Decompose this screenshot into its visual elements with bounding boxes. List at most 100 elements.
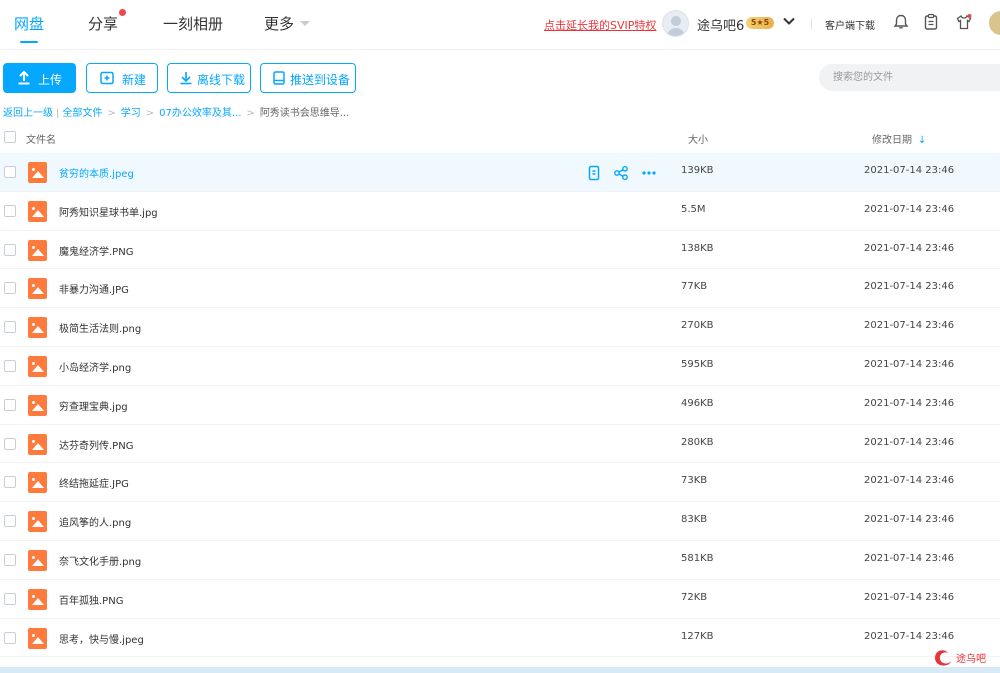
column-size-header[interactable]: 大小 [688, 131, 708, 146]
row-checkbox[interactable] [4, 398, 16, 411]
file-name[interactable]: 思考，快与慢.jpeg [59, 631, 144, 646]
table-row[interactable]: 非暴力沟通.JPG 77KB 2021-07-14 23:46 [0, 269, 1000, 309]
offline-download-button[interactable]: 离线下载 [167, 63, 251, 93]
tab-netdisk[interactable]: 网盘 [14, 13, 44, 43]
shirt-icon[interactable] [955, 13, 973, 31]
row-checkbox[interactable] [4, 553, 16, 566]
breadcrumb-back[interactable]: 返回上一级 [3, 108, 53, 119]
offline-download-label: 离线下载 [197, 73, 246, 87]
file-date: 2021-07-14 23:46 [864, 320, 955, 332]
tab-album[interactable]: 一刻相册 [163, 13, 223, 34]
new-folder-icon [100, 71, 114, 85]
file-name[interactable]: 魔鬼经济学.PNG [59, 243, 133, 258]
table-row[interactable]: 终结拖延症.JPG 73KB 2021-07-14 23:46 [0, 463, 1000, 503]
file-size: 139KB [681, 165, 714, 176]
notification-dot [119, 9, 127, 16]
tab-more[interactable]: 更多 [264, 13, 311, 34]
row-checkbox[interactable] [4, 592, 16, 605]
file-name[interactable]: 穷查理宝典.jpg [59, 398, 128, 413]
column-name-header[interactable]: 文件名 [26, 131, 56, 146]
file-name[interactable]: 百年孤独.PNG [59, 592, 123, 607]
row-checkbox[interactable] [4, 321, 16, 334]
row-checkbox[interactable] [4, 515, 16, 528]
file-name[interactable]: 小岛经济学.png [59, 359, 131, 374]
file-name[interactable]: 奈飞文化手册.png [59, 553, 141, 568]
profile-thumbnail[interactable] [989, 11, 1000, 35]
row-checkbox[interactable] [4, 243, 16, 256]
image-file-icon [28, 355, 47, 377]
file-date: 2021-07-14 23:46 [864, 358, 955, 370]
row-checkbox[interactable] [4, 166, 16, 178]
image-file-icon [28, 433, 47, 455]
file-name[interactable]: 追风筝的人.png [59, 514, 131, 529]
file-size: 72KB [681, 591, 708, 603]
file-name[interactable]: 终结拖延症.JPG [59, 475, 129, 490]
row-checkbox[interactable] [4, 282, 16, 295]
search-input[interactable] [819, 64, 1000, 91]
push-device-icon[interactable] [586, 165, 602, 181]
push-to-device-button[interactable]: 推送到设备 [260, 63, 356, 93]
image-file-icon [28, 549, 47, 571]
clipboard-icon[interactable] [922, 13, 940, 31]
breadcrumb-folder[interactable]: 07办公效率及其... [159, 108, 241, 119]
breadcrumb-study[interactable]: 学习 [121, 108, 141, 119]
svip-renew-link[interactable]: 点击延长我的SVIP特权 [544, 17, 656, 33]
select-all-checkbox[interactable] [4, 131, 16, 143]
table-row[interactable]: 阿秀知识星球书单.jpg 5.5M 2021-07-14 23:46 [0, 192, 1000, 231]
image-file-icon [28, 278, 47, 300]
breadcrumb-all-files[interactable]: 全部文件 [62, 108, 102, 119]
row-checkbox[interactable] [4, 476, 16, 489]
file-name[interactable]: 极简生活法则.png [59, 320, 141, 335]
file-name[interactable]: 贫穷的本质.jpeg [59, 165, 134, 180]
breadcrumb-separator: > [107, 108, 116, 119]
vip-level-2: 5 [763, 18, 770, 27]
file-date: 2021-07-14 23:46 [864, 475, 955, 487]
row-checkbox[interactable] [4, 631, 16, 644]
file-size: 581KB [681, 552, 714, 564]
download-icon [180, 72, 192, 85]
watermark-text: 途乌吧 [956, 652, 986, 665]
file-name[interactable]: 非暴力沟通.JPG [59, 281, 129, 296]
table-row[interactable]: 极简生活法则.png 270KB 2021-07-14 23:46 [0, 308, 1000, 347]
username[interactable]: 途乌吧6 [697, 15, 744, 34]
table-row[interactable]: 百年孤独.PNG 72KB 2021-07-14 23:46 [0, 580, 1000, 619]
file-size: 496KB [681, 397, 714, 409]
table-row[interactable]: 贫穷的本质.jpeg 139KB 2021-07-14 23:46 [0, 153, 1000, 192]
user-menu-chevron-icon[interactable] [782, 14, 796, 28]
table-row[interactable]: 思考，快与慢.jpeg 127KB 2021-07-14 23:46 [0, 619, 1000, 658]
new-button[interactable]: 新建 [86, 63, 158, 93]
horizontal-scrollbar[interactable] [0, 667, 1000, 673]
column-date-header[interactable]: 修改日期 ↓ [872, 131, 926, 146]
avatar[interactable] [662, 10, 689, 37]
table-header: 文件名 大小 修改日期 ↓ [0, 122, 1000, 153]
more-icon[interactable] [641, 165, 657, 181]
file-date: 2021-07-14 23:46 [864, 591, 955, 603]
chevron-down-icon [300, 21, 311, 26]
table-row[interactable]: 小岛经济学.png 595KB 2021-07-14 23:46 [0, 347, 1000, 386]
row-checkbox[interactable] [4, 437, 16, 450]
upload-button[interactable]: 上传 [3, 63, 76, 93]
vip-level-badge: 5★5 [746, 17, 774, 29]
new-label: 新建 [122, 73, 147, 87]
table-row[interactable]: 奈飞文化手册.png 581KB 2021-07-14 23:46 [0, 541, 1000, 580]
watermark-logo: 途乌吧 [935, 650, 986, 666]
sort-down-icon: ↓ [918, 135, 927, 146]
row-checkbox[interactable] [4, 359, 16, 372]
table-row[interactable]: 追风筝的人.png 83KB 2021-07-14 23:46 [0, 502, 1000, 541]
file-size: 280KB [681, 436, 714, 448]
file-date: 2021-07-14 23:46 [864, 552, 955, 564]
table-row[interactable]: 魔鬼经济学.PNG 138KB 2021-07-14 23:46 [0, 231, 1000, 270]
file-name[interactable]: 阿秀知识星球书单.jpg [59, 204, 158, 219]
file-date: 2021-07-14 23:46 [864, 514, 955, 526]
file-name[interactable]: 达芬奇列传.PNG [59, 437, 133, 452]
tab-share[interactable]: 分享 [88, 9, 127, 34]
table-row[interactable]: 穷查理宝典.jpg 496KB 2021-07-14 23:46 [0, 386, 1000, 425]
image-file-icon [28, 317, 47, 339]
file-date: 2021-07-14 23:46 [864, 203, 955, 215]
share-icon[interactable] [613, 165, 629, 181]
row-checkbox[interactable] [4, 204, 16, 217]
table-row[interactable]: 达芬奇列传.PNG 280KB 2021-07-14 23:46 [0, 425, 1000, 464]
client-download-link[interactable]: 客户端下载 [825, 17, 875, 32]
file-size: 270KB [681, 320, 714, 332]
bell-icon[interactable] [892, 13, 910, 31]
